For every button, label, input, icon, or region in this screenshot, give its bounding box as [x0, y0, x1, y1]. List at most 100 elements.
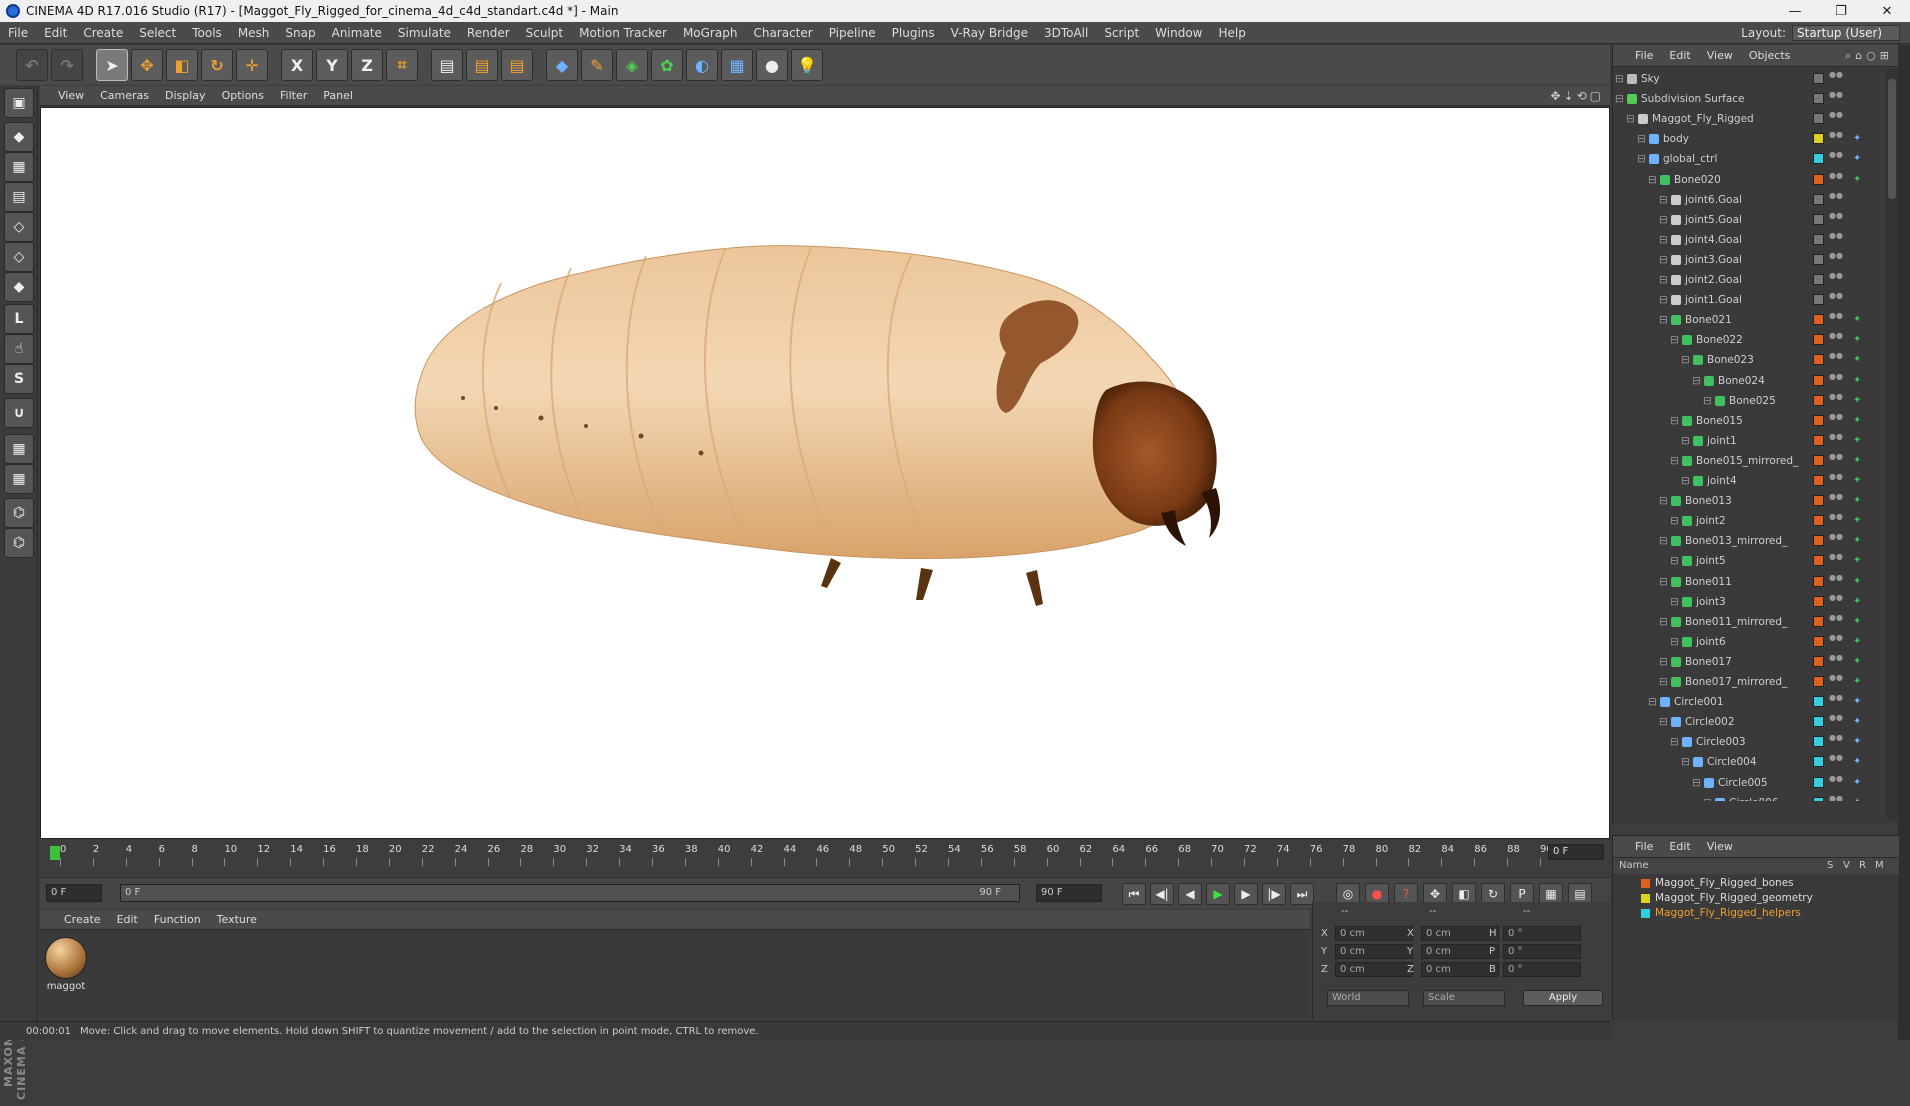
object-menu-view[interactable]: View	[1699, 49, 1741, 62]
object-tag-icon[interactable]: ✦	[1853, 596, 1865, 608]
move-plus-icon[interactable]: ✛	[236, 49, 268, 81]
expand-toggle-icon[interactable]: ⊟	[1670, 732, 1679, 752]
object-tag-icon[interactable]: ✦	[1853, 415, 1865, 427]
expand-toggle-icon[interactable]: ⊟	[1681, 431, 1690, 451]
object-row[interactable]: ⊟ Bone011_mirrored_ ●● ✦	[1613, 612, 1899, 632]
z-axis-icon[interactable]: Z	[351, 49, 383, 81]
expand-toggle-icon[interactable]: ⊟	[1670, 592, 1679, 612]
menu-window[interactable]: Window	[1147, 26, 1210, 40]
layer-color-flag[interactable]	[1813, 535, 1824, 547]
coord-value-field[interactable]: 0 °	[1503, 926, 1581, 941]
layer-color-flag[interactable]	[1813, 253, 1824, 265]
expand-toggle-icon[interactable]: ⊟	[1659, 712, 1668, 732]
visibility-dots[interactable]: ●●	[1829, 452, 1843, 468]
object-tag-icon[interactable]: ✦	[1853, 475, 1865, 487]
object-tag-icon[interactable]: ✦	[1853, 495, 1865, 507]
expand-toggle-icon[interactable]: ⊟	[1659, 210, 1668, 230]
expand-toggle-icon[interactable]: ⊟	[1659, 230, 1668, 250]
menu-create[interactable]: Create	[75, 26, 131, 40]
expand-toggle-icon[interactable]: ⊟	[1637, 149, 1646, 169]
visibility-dots[interactable]: ●●	[1829, 794, 1843, 801]
object-tag-icon[interactable]: ✦	[1853, 676, 1865, 688]
object-row[interactable]: ⊟ joint5 ●● ✦	[1613, 551, 1899, 571]
expand-toggle-icon[interactable]: ⊟	[1670, 330, 1679, 350]
layer-menu-view[interactable]: View	[1699, 840, 1741, 853]
expand-toggle-icon[interactable]: ⊟	[1670, 551, 1679, 571]
viewport[interactable]	[40, 107, 1610, 839]
object-tag-icon[interactable]	[1853, 294, 1865, 306]
expand-toggle-icon[interactable]: ⊟	[1670, 451, 1679, 471]
expand-toggle-icon[interactable]: ⊟	[1659, 652, 1668, 672]
visibility-dots[interactable]: ●●	[1829, 674, 1843, 689]
visibility-dots[interactable]: ●●	[1829, 352, 1843, 367]
object-row[interactable]: ⊟ Bone015 ●● ✦	[1613, 411, 1899, 431]
layer-row[interactable]: Maggot_Fly_Rigged_geometry	[1613, 891, 1899, 906]
next-key-icon[interactable]: |▶	[1262, 883, 1286, 905]
expand-toggle-icon[interactable]: ⊟	[1659, 250, 1668, 270]
expand-toggle-icon[interactable]: ⊟	[1659, 290, 1668, 310]
menu-script[interactable]: Script	[1096, 26, 1147, 40]
layer-color-flag[interactable]	[1813, 736, 1824, 748]
object-tag-icon[interactable]: ✦	[1853, 696, 1865, 708]
object-tag-icon[interactable]: ✦	[1853, 395, 1865, 407]
visibility-dots[interactable]: ●●	[1829, 714, 1843, 729]
object-row[interactable]: ⊟ Bone017 ●● ✦	[1613, 652, 1899, 672]
object-tag-icon[interactable]: ✦	[1853, 354, 1865, 366]
floor-icon[interactable]: ▦	[721, 49, 753, 81]
select-arrow-icon[interactable]: ➤	[96, 49, 128, 81]
expand-toggle-icon[interactable]: ⊟	[1615, 89, 1624, 109]
texture-mode-icon[interactable]: ▦	[4, 152, 34, 182]
material-menu-texture[interactable]: Texture	[209, 913, 265, 926]
expand-toggle-icon[interactable]: ⊟	[1637, 129, 1646, 149]
object-tag-icon[interactable]: ✦	[1853, 153, 1865, 165]
object-row[interactable]: ⊟ joint4 ●● ✦	[1613, 471, 1899, 491]
redo-icon[interactable]: ↷	[51, 49, 83, 81]
menu-pipeline[interactable]: Pipeline	[821, 26, 884, 40]
coord-value-field[interactable]: 0 cm	[1335, 944, 1413, 959]
layer-color-flag[interactable]	[1813, 73, 1824, 84]
object-menu-objects[interactable]: Objects	[1741, 49, 1799, 62]
layer-color-flag[interactable]	[1813, 193, 1824, 205]
prev-frame-icon[interactable]: ◀	[1178, 883, 1202, 905]
expand-toggle-icon[interactable]: ⊟	[1703, 793, 1712, 801]
polygons-mode-icon[interactable]: ◆	[4, 272, 34, 302]
object-manager-icons[interactable]: ⌕⌂○⊞	[1845, 49, 1893, 63]
visibility-dots[interactable]: ●●	[1829, 392, 1843, 408]
layer-color-flag[interactable]	[1813, 796, 1824, 801]
visibility-dots[interactable]: ●●	[1829, 734, 1843, 749]
object-tag-icon[interactable]: ✦	[1853, 515, 1865, 527]
tweak-mode-icon[interactable]: ☝	[4, 334, 34, 364]
menu-tools[interactable]: Tools	[184, 26, 230, 40]
object-row[interactable]: ⊟ Circle001 ●● ✦	[1613, 692, 1899, 712]
menu-motion-tracker[interactable]: Motion Tracker	[571, 26, 675, 40]
visibility-dots[interactable]: ●●	[1829, 171, 1843, 187]
material-menu-edit[interactable]: Edit	[109, 913, 146, 926]
y-axis-icon[interactable]: Y	[316, 49, 348, 81]
visibility-dots[interactable]: ●●	[1829, 613, 1843, 629]
object-row[interactable]: ⊟ Bone023 ●● ✦	[1613, 350, 1899, 370]
menu-file[interactable]: File	[0, 26, 36, 40]
visibility-dots[interactable]: ●●	[1829, 633, 1843, 649]
visibility-dots[interactable]: ●●	[1829, 91, 1843, 106]
layer-color-flag[interactable]	[1813, 595, 1824, 607]
object-row[interactable]: ⊟ global_ctrl ●● ✦	[1613, 149, 1899, 169]
world-dropdown[interactable]: World	[1327, 990, 1409, 1006]
timeline-ticks[interactable]: 0 2 4 6 8 10 12 14 16 18 20 22 24 26 28 30 32 34 36 38 40 42 4…	[50, 844, 1553, 874]
expand-toggle-icon[interactable]: ⊟	[1670, 511, 1679, 531]
expand-toggle-icon[interactable]: ⊟	[1626, 109, 1635, 129]
object-row[interactable]: ⊟ joint1 ●● ✦	[1613, 431, 1899, 451]
model-mode-icon[interactable]: ◆	[4, 122, 34, 152]
move-icon[interactable]: ✥	[131, 49, 163, 81]
expand-toggle-icon[interactable]: ⊟	[1681, 471, 1690, 491]
expand-toggle-icon[interactable]: ⊟	[1692, 773, 1701, 793]
menu-sculpt[interactable]: Sculpt	[518, 26, 571, 40]
next-frame-icon[interactable]: ▶	[1234, 883, 1258, 905]
object-tag-icon[interactable]	[1853, 113, 1865, 125]
viewport-menu-view[interactable]: View	[50, 89, 92, 102]
camera-icon[interactable]: ●	[756, 49, 788, 81]
object-tag-icon[interactable]	[1853, 73, 1865, 85]
layer-color-flag[interactable]	[1813, 655, 1824, 667]
object-row[interactable]: ⊟ joint2.Goal ●●	[1613, 270, 1899, 290]
object-tag-icon[interactable]	[1853, 214, 1865, 226]
visibility-dots[interactable]: ●●	[1829, 151, 1843, 166]
